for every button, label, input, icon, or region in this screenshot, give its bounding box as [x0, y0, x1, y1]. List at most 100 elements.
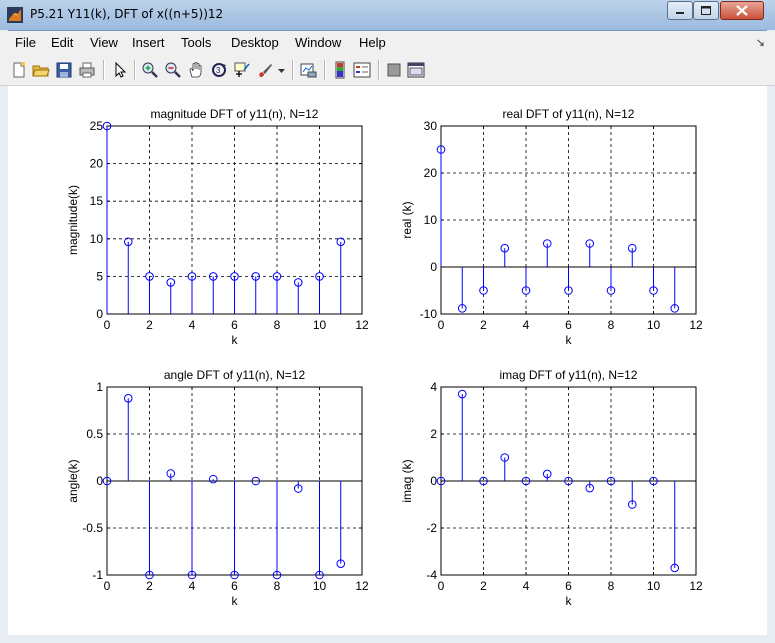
figure-toolbar: 3: [0, 55, 775, 86]
y-tick-label: -4: [426, 568, 437, 582]
y-tick-label: -1: [92, 568, 103, 582]
matlab-logo-icon: [7, 7, 23, 23]
x-axis-label: k: [232, 594, 239, 608]
x-tick-label: 2: [146, 579, 153, 593]
new-figure-icon[interactable]: [10, 61, 28, 79]
x-tick-label: 10: [647, 318, 661, 332]
y-tick-label: 0: [96, 307, 103, 321]
subplot-title: imag DFT of y11(n), N=12: [500, 368, 638, 382]
hide-plot-tools-icon[interactable]: [385, 61, 403, 79]
window-title: P5.21 Y11(k), DFT of x((n+5))12: [30, 7, 224, 21]
minimize-button[interactable]: [667, 1, 693, 20]
x-tick-label: 0: [104, 579, 111, 593]
x-tick-label: 0: [104, 318, 111, 332]
insert-legend-icon[interactable]: [353, 61, 371, 79]
x-tick-label: 12: [689, 579, 703, 593]
x-tick-label: 12: [689, 318, 703, 332]
save-icon[interactable]: [55, 61, 73, 79]
y-tick-label: 0: [96, 474, 103, 488]
close-button[interactable]: [720, 1, 764, 20]
zoom-in-icon[interactable]: [141, 61, 159, 79]
pan-icon[interactable]: [187, 61, 205, 79]
x-tick-label: 4: [523, 318, 530, 332]
y-tick-label: 30: [424, 119, 438, 133]
x-tick-label: 6: [231, 318, 238, 332]
print-icon[interactable]: [78, 61, 96, 79]
menu-insert[interactable]: Insert: [132, 35, 165, 50]
x-tick-label: 8: [274, 579, 281, 593]
data-cursor-icon[interactable]: [233, 61, 251, 79]
x-tick-label: 2: [480, 318, 487, 332]
y-tick-label: 0: [430, 260, 437, 274]
x-axis-label: k: [566, 333, 573, 347]
y-tick-label: 1: [96, 380, 103, 394]
link-plot-icon[interactable]: [299, 61, 317, 79]
window-frame-right: [767, 30, 775, 643]
y-tick-label: 4: [430, 380, 437, 394]
x-tick-label: 10: [313, 318, 327, 332]
subplot-2[interactable]: 0 2 4 6 8 10 12-100102030real DFT of y11(n), N…: [400, 107, 703, 347]
y-tick-label: -2: [426, 521, 437, 535]
x-tick-label: 10: [313, 579, 327, 593]
x-tick-label: 8: [608, 579, 615, 593]
toolbar-separator: [324, 60, 326, 80]
title-bar[interactable]: P5.21 Y11(k), DFT of x((n+5))12: [0, 0, 775, 31]
x-axis-label: k: [232, 333, 239, 347]
subplot-1[interactable]: 0 2 4 6 8 10 12 0 5 10 15 20 25 magnitude DFT of y11(…: [66, 107, 369, 347]
menu-bar: File Edit View Insert Tools Desktop Wind…: [0, 31, 775, 55]
figure-canvas: 0 2 4 6 8 10 12 0 5 10 15 20 25 magnitude DFT of y11(…: [8, 86, 767, 635]
y-tick-label: 25: [90, 119, 104, 133]
x-tick-label: 2: [146, 318, 153, 332]
x-tick-label: 12: [355, 318, 369, 332]
subplot-4[interactable]: 0 2 4 6 8 10 12 -4 -2 0 2 4 imag DFT of y11(n), N=12…: [400, 368, 703, 608]
y-tick-label: 2: [430, 427, 437, 441]
minimize-icon: [676, 12, 684, 14]
window-frame-left: [0, 30, 8, 643]
edit-plot-icon[interactable]: [111, 61, 129, 79]
x-tick-label: 6: [565, 579, 572, 593]
subplot-3[interactable]: 0 2 4 6 8 10 12 -1 -0.5 0 0.5 1 angle DFT of y11(n),…: [66, 368, 369, 608]
zoom-out-icon[interactable]: [164, 61, 182, 79]
toolbar-separator: [103, 60, 105, 80]
figure-window: P5.21 Y11(k), DFT of x((n+5))12 File Edi…: [0, 0, 775, 643]
subplot-title: magnitude DFT of y11(n), N=12: [151, 107, 319, 121]
x-axis-label: k: [566, 594, 573, 608]
show-plot-tools-icon[interactable]: [407, 61, 425, 79]
y-tick-label: 20: [90, 157, 104, 171]
maximize-icon: [701, 6, 711, 15]
menu-file[interactable]: File: [15, 35, 36, 50]
x-tick-label: 2: [480, 579, 487, 593]
menu-tools[interactable]: Tools: [181, 35, 211, 50]
open-file-icon[interactable]: [32, 61, 50, 79]
subplot-title: angle DFT of y11(n), N=12: [164, 368, 306, 382]
x-tick-label: 8: [608, 318, 615, 332]
y-tick-label: 5: [96, 269, 103, 283]
dock-arrow-icon[interactable]: ↘: [756, 36, 765, 49]
x-tick-label: 0: [438, 318, 445, 332]
menu-view[interactable]: View: [90, 35, 118, 50]
menu-window[interactable]: Window: [295, 35, 341, 50]
insert-colorbar-icon[interactable]: [331, 61, 349, 79]
y-axis-label: magnitude(k): [66, 185, 80, 255]
y-axis-label: imag (k): [400, 459, 414, 502]
y-axis-label: real (k): [400, 201, 414, 238]
y-tick-label: 10: [424, 213, 438, 227]
y-tick-label: 15: [90, 194, 104, 208]
rotate-3d-icon[interactable]: 3: [210, 61, 228, 79]
brush-dropdown-icon[interactable]: [277, 61, 286, 79]
menu-help[interactable]: Help: [359, 35, 386, 50]
brush-icon[interactable]: [256, 61, 274, 79]
maximize-button[interactable]: [693, 1, 719, 20]
y-tick-label: -0.5: [82, 521, 103, 535]
x-tick-label: 6: [231, 579, 238, 593]
y-axis-label: angle(k): [66, 459, 80, 502]
menu-desktop[interactable]: Desktop: [231, 35, 279, 50]
menu-edit[interactable]: Edit: [51, 35, 73, 50]
close-icon: [736, 5, 748, 16]
subplot-title: real DFT of y11(n), N=12: [503, 107, 635, 121]
y-tick-label: 10: [90, 232, 104, 246]
toolbar-separator: [134, 60, 136, 80]
y-tick-label: 0.5: [86, 427, 103, 441]
x-tick-label: 12: [355, 579, 369, 593]
y-tick-label: -10: [420, 307, 438, 321]
